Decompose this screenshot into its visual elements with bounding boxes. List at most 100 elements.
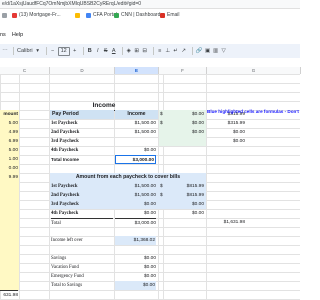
column-header[interactable]: F [159, 67, 207, 74]
paycheck-label[interactable]: 1st Paycheck [51, 119, 113, 128]
amount-cell[interactable]: 4.99 [0, 128, 18, 137]
amount-cell[interactable]: 5.00 [0, 119, 18, 128]
paycheck-income[interactable]: $0.00 [115, 146, 156, 155]
more-formats-icon[interactable]: ⋯ [2, 48, 8, 55]
formula-cell[interactable]: $0.00 [164, 119, 204, 128]
total-savings-value[interactable]: $0.00 [115, 281, 156, 290]
merge-cells-icon[interactable]: ⊟ [142, 48, 148, 55]
bookmark-icon [2, 12, 7, 18]
bills-paycheck-value[interactable]: $1,500.00 [115, 182, 156, 191]
amount-cell[interactable]: 6.99 [0, 137, 18, 146]
amount-cell[interactable]: 5.00 [0, 146, 18, 155]
bills-paycheck-value[interactable]: $0.00 [115, 200, 156, 209]
url-text[interactable]: e/d/1aXsjUaudfFCq7OmNmjbXMIqUBSB2CyRErqL… [2, 1, 141, 7]
comment-icon[interactable]: ▣ [205, 48, 211, 55]
font-size-decrease-button[interactable]: − [50, 48, 56, 55]
text-color-button[interactable]: A [111, 48, 117, 55]
toolbar-separator [45, 47, 47, 55]
bookmark-email[interactable]: Email [160, 11, 180, 19]
amount-total-cell[interactable]: 631.98 [0, 290, 18, 300]
bookmark-cnn[interactable]: CNN | Dashboard [114, 11, 160, 19]
amount-cell[interactable]: 1.00 [0, 155, 18, 164]
formula-cell[interactable]: $315.99 [207, 119, 245, 128]
formula-cell[interactable]: $0.00 [164, 128, 204, 137]
bills-paycheck-value[interactable]: $0.00 [115, 209, 156, 218]
leftover-label[interactable]: Income left over [51, 236, 113, 245]
paycheck-income[interactable] [115, 137, 156, 146]
menu-item-extensions[interactable]: ns [0, 32, 6, 41]
formula-cell[interactable]: $0.00 [207, 137, 245, 146]
font-size-input[interactable]: 12 [57, 46, 70, 56]
bookmark-icon [75, 12, 80, 18]
total-savings-label[interactable]: Total to Savings [51, 281, 113, 290]
chevron-down-icon[interactable]: ▾ [35, 48, 41, 55]
bookmark-icon [86, 12, 91, 18]
savings-label[interactable]: Emergency Fund [51, 272, 113, 281]
paycheck-income[interactable]: $1,500.00 [115, 128, 156, 137]
bills-paycheck-value[interactable]: $1,500.00 [115, 191, 156, 200]
income-header[interactable]: Income [115, 110, 158, 119]
leftover-value[interactable]: $1,368.02 [115, 236, 156, 245]
savings-value[interactable]: $0.00 [115, 263, 156, 272]
bills-paycheck-extra[interactable]: $815.99 [164, 182, 204, 191]
address-bar[interactable]: e/d/1aXsjUaudfFCq7OmNmjbXMIqUBSB2CyRErqL… [0, 0, 300, 9]
bills-total-extra[interactable]: $1,631.98 [207, 218, 245, 227]
bills-paycheck-label[interactable]: 1st Paycheck [51, 182, 113, 191]
formula-note[interactable]: Blue highlighted cells are formulas - Do… [207, 107, 300, 116]
paycheck-label[interactable]: 2nd Paycheck [51, 128, 113, 137]
bills-paycheck-extra[interactable]: $0.00 [164, 209, 204, 218]
amount-cell[interactable]: 9.99 [0, 173, 18, 182]
savings-value[interactable]: $0.00 [115, 272, 156, 281]
total-income-label[interactable]: Total Income [51, 155, 113, 164]
bills-paycheck-label[interactable]: 4th Paycheck [51, 209, 113, 218]
align-horizontal-icon[interactable]: ≡ [157, 48, 163, 55]
bills-total-label[interactable]: Total [51, 218, 113, 228]
bookmark-label: (13) Mortgage-Fr... [19, 12, 61, 18]
column-header[interactable]: G [207, 67, 301, 74]
toolbar-separator [121, 47, 123, 55]
bills-paycheck-label[interactable]: 3rd Paycheck [51, 200, 113, 209]
borders-icon[interactable]: ⊞ [134, 48, 140, 55]
bills-title[interactable]: Amount from each paycheck to cover bills [50, 173, 206, 182]
rotate-text-icon[interactable]: ↗ [181, 48, 187, 55]
bold-button[interactable]: B [87, 48, 93, 55]
sheet-grid[interactable]: mount 5.00 4.99 6.99 5.00 1.00 0.00 9.99… [0, 74, 300, 300]
column-header[interactable]: D [50, 67, 115, 74]
font-size-increase-button[interactable]: + [72, 48, 78, 55]
total-income-cell[interactable]: $3,000.00 [115, 155, 156, 164]
column-header[interactable]: E [115, 67, 159, 74]
bills-paycheck-extra[interactable]: $815.99 [164, 191, 204, 200]
formula-cell[interactable]: $0.00 [164, 110, 204, 119]
toolbar-separator [152, 47, 154, 55]
wrap-text-icon[interactable]: ↵ [173, 48, 179, 55]
bills-paycheck-label[interactable]: 2nd Paycheck [51, 191, 113, 200]
align-vertical-icon[interactable]: ⊥ [165, 48, 171, 55]
column-header[interactable]: C [0, 67, 50, 74]
bookmark-icon [114, 12, 119, 18]
pay-period-header[interactable]: Pay Period [50, 110, 114, 119]
bookmark-cfa[interactable]: CFA Portal [86, 11, 117, 19]
amount-cell[interactable]: 0.00 [0, 164, 18, 173]
strikethrough-button[interactable]: S [103, 48, 109, 55]
italic-button[interactable]: I [95, 48, 101, 55]
fill-color-icon[interactable]: ◈ [126, 48, 132, 55]
bookmark-mortgage[interactable]: (13) Mortgage-Fr... [12, 11, 61, 19]
chart-icon[interactable]: ▥ [213, 48, 219, 55]
bills-total-value[interactable]: $3,000.00 [115, 218, 156, 228]
menu-item-help[interactable]: Help [12, 32, 23, 41]
paycheck-label[interactable]: 4th Paycheck [51, 146, 113, 155]
bookmark-2[interactable] [75, 11, 80, 19]
bookmark-0[interactable] [2, 11, 7, 19]
filter-icon[interactable]: ▽ [221, 48, 227, 55]
font-select[interactable]: Calibri [17, 48, 33, 55]
paycheck-label[interactable]: 3rd Paycheck [51, 137, 113, 146]
amount-header[interactable]: mount [0, 110, 19, 119]
bills-paycheck-extra[interactable]: $0.00 [164, 200, 204, 209]
savings-value[interactable]: $0.00 [115, 254, 156, 263]
paycheck-income[interactable]: $1,500.00 [115, 119, 156, 128]
formula-cell[interactable]: $0.00 [207, 128, 245, 137]
mail-icon [160, 12, 165, 18]
savings-label[interactable]: Savings [51, 254, 113, 263]
link-icon[interactable]: 🔗 [196, 48, 203, 55]
savings-label[interactable]: Vacation Fund [51, 263, 113, 272]
